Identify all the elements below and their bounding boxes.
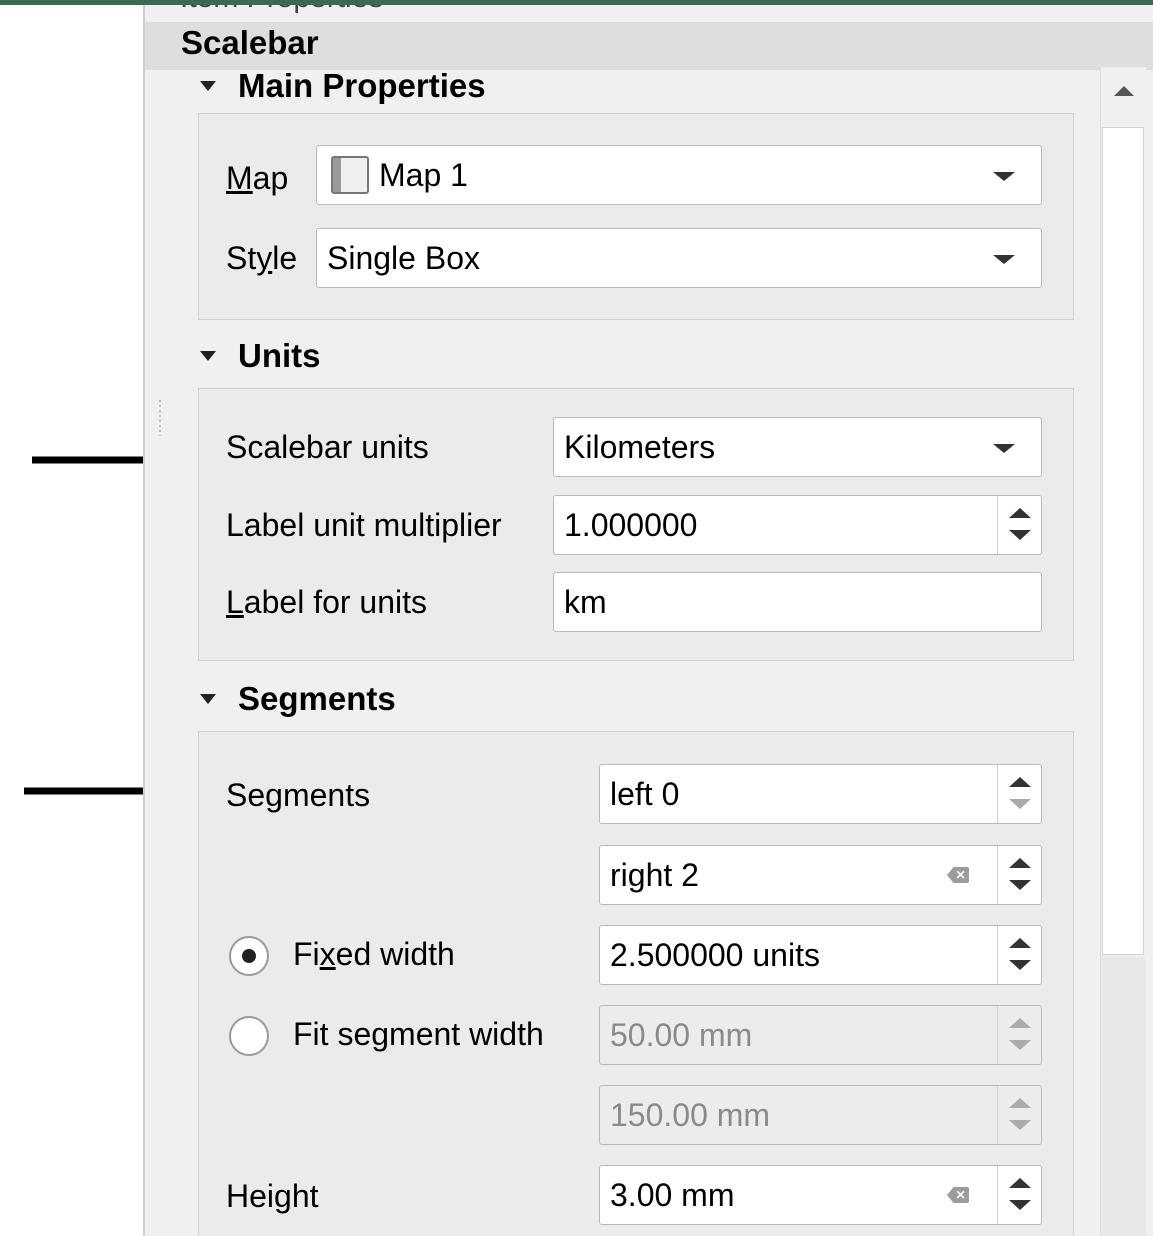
scroll-up-button[interactable] xyxy=(1101,67,1146,115)
fixed-width-label[interactable]: Fixed width xyxy=(293,936,455,973)
label-for-units-value: km xyxy=(564,583,607,620)
collapse-triangle-icon[interactable] xyxy=(200,351,216,361)
fit-max-width-value: 150.00 mm xyxy=(610,1096,771,1133)
item-properties-panel: Item Properties Scalebar Main Properties… xyxy=(143,5,1153,1236)
fit-min-width-value: 50.00 mm xyxy=(610,1016,753,1053)
spin-arrows-icon[interactable] xyxy=(997,496,1041,554)
chevron-down-icon xyxy=(993,255,1015,264)
section-title: Segments xyxy=(238,680,396,717)
spin-arrows-icon[interactable] xyxy=(997,1166,1041,1224)
multiplier-value: 1.000000 xyxy=(564,506,698,543)
fixed-width-radio[interactable] xyxy=(229,936,269,976)
segments-left-spinbox[interactable]: left 0 xyxy=(599,764,1042,824)
chevron-down-icon xyxy=(993,444,1015,453)
map-label: Map xyxy=(226,160,289,196)
scrollbar-track[interactable] xyxy=(1101,957,1146,1236)
spin-arrows-icon[interactable] xyxy=(997,765,1041,823)
height-label: Height xyxy=(226,1178,319,1214)
collapse-triangle-icon[interactable] xyxy=(200,81,216,91)
section-title: Units xyxy=(238,337,321,374)
fixed-width-value: 2.500000 units xyxy=(610,936,820,973)
fit-segment-width-label[interactable]: Fit segment width xyxy=(293,1016,544,1053)
map-icon xyxy=(331,156,369,194)
fit-max-width-spinbox[interactable]: 150.00 mm xyxy=(599,1085,1042,1145)
multiplier-spinbox[interactable]: 1.000000 xyxy=(553,495,1042,555)
spin-arrows-icon[interactable] xyxy=(997,1086,1041,1144)
item-type-label: Scalebar xyxy=(181,24,319,61)
segments-label: Segments xyxy=(226,777,371,813)
scalebar-units-label: Scalebar units xyxy=(226,429,429,465)
fixed-width-spinbox[interactable]: 2.500000 units xyxy=(599,925,1042,985)
style-label: Style xyxy=(226,240,298,276)
scalebar-units-value: Kilometers xyxy=(564,428,716,465)
spin-arrows-icon[interactable] xyxy=(997,1006,1041,1064)
scrollbar-thumb[interactable] xyxy=(1102,127,1144,955)
segments-right-spinbox[interactable]: right 2 ✕ xyxy=(599,845,1042,905)
splitter-handle[interactable] xyxy=(159,400,161,436)
chevron-up-icon xyxy=(1113,86,1134,96)
clear-text-icon[interactable]: ✕ xyxy=(947,867,969,883)
segments-right-value: right 2 xyxy=(610,856,699,893)
height-value: 3.00 mm xyxy=(610,1176,735,1213)
style-value: Single Box xyxy=(327,239,480,276)
style-combobox[interactable]: Single Box xyxy=(316,228,1042,288)
section-title: Main Properties xyxy=(238,67,486,104)
map-combobox[interactable]: Map 1 xyxy=(316,145,1042,205)
label-for-units-label: Label for units xyxy=(226,584,428,620)
scalebar-units-combobox[interactable]: Kilometers xyxy=(553,417,1042,477)
panel-title: Item Properties xyxy=(180,5,383,15)
spin-arrows-icon[interactable] xyxy=(997,846,1041,904)
map-value: Map 1 xyxy=(379,156,468,193)
collapse-triangle-icon[interactable] xyxy=(200,694,216,704)
label-for-units-input[interactable]: km xyxy=(553,572,1042,632)
vertical-scrollbar[interactable] xyxy=(1100,67,1146,1236)
section-main-properties[interactable]: Main Properties xyxy=(200,67,486,105)
section-segments[interactable]: Segments xyxy=(200,680,396,718)
height-spinbox[interactable]: 3.00 mm ✕ xyxy=(599,1165,1042,1225)
section-units[interactable]: Units xyxy=(200,337,321,375)
spin-arrows-icon[interactable] xyxy=(997,926,1041,984)
fit-segment-width-radio[interactable] xyxy=(229,1016,269,1056)
clear-text-icon[interactable]: ✕ xyxy=(947,1187,969,1203)
segments-left-value: left 0 xyxy=(610,775,680,812)
multiplier-label: Label unit multiplier xyxy=(226,507,502,543)
fit-min-width-spinbox[interactable]: 50.00 mm xyxy=(599,1005,1042,1065)
chevron-down-icon xyxy=(993,172,1015,181)
item-type-header: Scalebar xyxy=(145,22,1153,70)
